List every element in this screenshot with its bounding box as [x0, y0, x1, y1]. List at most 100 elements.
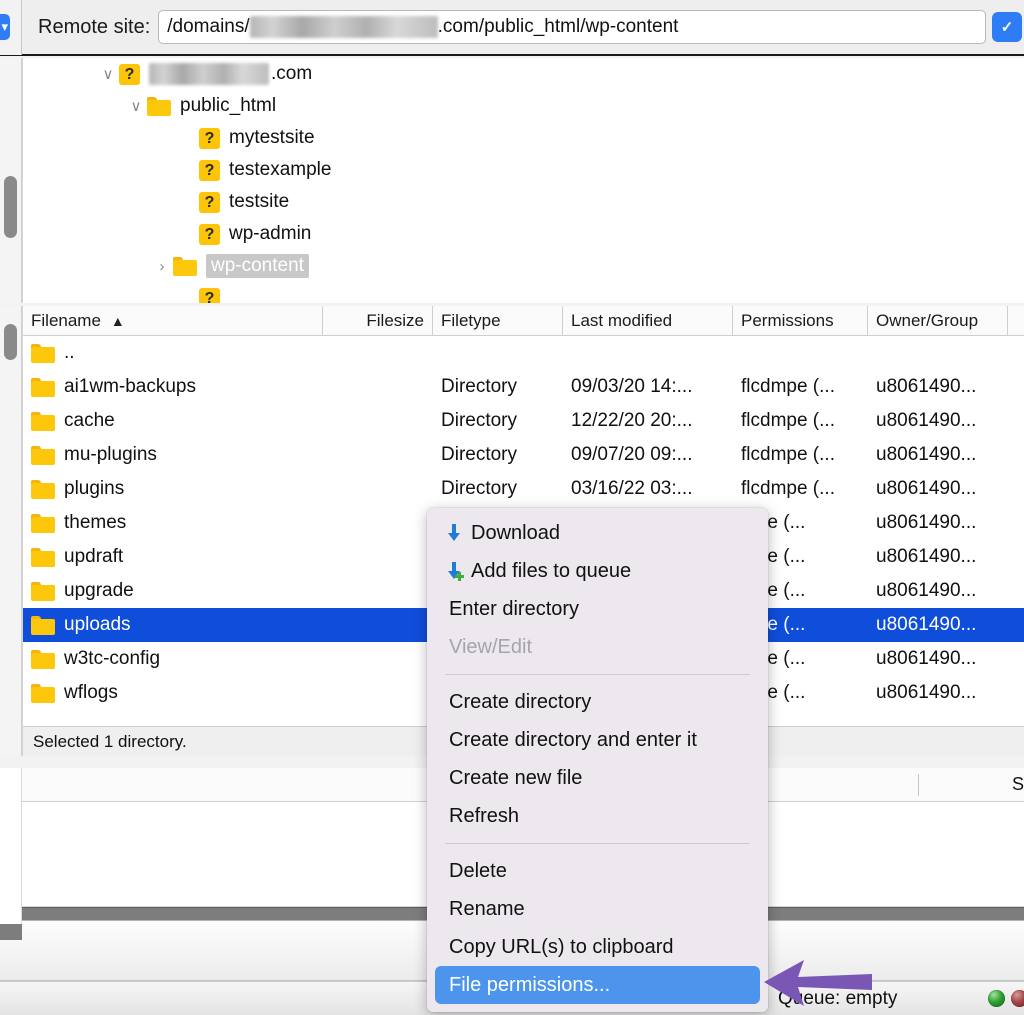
add-to-queue-icon: [437, 560, 471, 582]
cell-owner: u8061490...: [868, 648, 1008, 670]
menu-item-download[interactable]: Download: [427, 514, 768, 552]
folder-icon: [31, 650, 55, 669]
cell-owner: u8061490...: [868, 682, 1008, 704]
question-mark-icon: ?: [199, 224, 220, 245]
column-header-owner-group[interactable]: Owner/Group: [868, 306, 1008, 336]
chevron-right-icon[interactable]: ›: [151, 258, 173, 275]
queue-column-divider[interactable]: [918, 774, 919, 796]
question-mark-icon: ?: [199, 160, 220, 181]
file-list-header[interactable]: Filename▲ Filesize Filetype Last modified Pe…: [23, 306, 1024, 336]
cell-text: Directory: [441, 478, 517, 499]
remote-site-bar: ▾ Remote site: /domains/.com/public_html…: [0, 0, 1024, 56]
cell-text: flcdmpe (...: [741, 444, 835, 465]
redacted-domain: [250, 16, 438, 38]
cell-text: w3tc-config: [64, 648, 160, 670]
cell-owner: u8061490...: [868, 444, 1008, 466]
menu-item-refresh[interactable]: Refresh: [427, 797, 768, 835]
menu-separator: [445, 843, 750, 844]
cell-name: mu-plugins: [23, 444, 323, 466]
folder-icon: [31, 378, 55, 397]
cell-text: u8061490...: [876, 614, 976, 635]
cell-filetype: Directory: [433, 376, 563, 398]
menu-item-label: Create directory and enter it: [449, 729, 697, 752]
cell-text: flcdmpe (...: [741, 376, 835, 397]
cell-text: u8061490...: [876, 682, 976, 703]
menu-item-label: Delete: [449, 860, 507, 883]
cell-modified: 12/22/20 20:...: [563, 410, 733, 432]
folder-icon: [31, 616, 55, 635]
file-list-scrollbar[interactable]: [0, 306, 22, 756]
menu-item-add-files-to-queue[interactable]: Add files to queue: [427, 552, 768, 590]
table-row[interactable]: ai1wm-backupsDirectory09/03/20 14:...flc…: [23, 370, 1024, 404]
cell-owner: u8061490...: [868, 580, 1008, 602]
tree-item[interactable]: ∨public_html: [23, 90, 1024, 122]
menu-item-rename[interactable]: Rename: [427, 890, 768, 928]
cell-permissions: flcdmpe (...: [733, 444, 868, 466]
cell-text: u8061490...: [876, 478, 976, 499]
folder-icon: [31, 684, 55, 703]
cell-permissions: flcdmpe (...: [733, 478, 868, 500]
column-header-label: Last modified: [571, 311, 672, 331]
tree-item[interactable]: ?mytestsite: [23, 122, 1024, 154]
tree-item[interactable]: ∨?.com: [23, 58, 1024, 90]
table-row[interactable]: mu-pluginsDirectory09/07/20 09:...flcdmp…: [23, 438, 1024, 472]
tree-item-label: .com: [271, 63, 312, 85]
menu-item-create-new-file[interactable]: Create new file: [427, 759, 768, 797]
menu-item-copy-url-s-to-clipboard[interactable]: Copy URL(s) to clipboard: [427, 928, 768, 966]
menu-item-create-directory[interactable]: Create directory: [427, 683, 768, 721]
table-row[interactable]: ..: [23, 336, 1024, 370]
tree-item-label: testexample: [229, 159, 331, 181]
cell-name: plugins: [23, 478, 323, 500]
remote-site-label: Remote site:: [38, 16, 150, 39]
folder-icon: [31, 480, 55, 499]
menu-item-label: Refresh: [449, 805, 519, 828]
menu-item-create-directory-and-enter-it[interactable]: Create directory and enter it: [427, 721, 768, 759]
file-list-scrollbar-thumb[interactable]: [4, 324, 17, 360]
tree-item[interactable]: ?testsite: [23, 186, 1024, 218]
tree-item[interactable]: ?wp-admin: [23, 218, 1024, 250]
cell-text: mu-plugins: [64, 444, 157, 466]
table-row[interactable]: pluginsDirectory03/16/22 03:...flcdmpe (…: [23, 472, 1024, 506]
folder-icon: [31, 548, 55, 567]
tree-scrollbar-thumb[interactable]: [4, 176, 17, 238]
tree-item[interactable]: ?: [23, 282, 1024, 303]
tree-scrollbar[interactable]: [0, 58, 22, 303]
column-header-label: Filesize: [366, 311, 424, 331]
menu-item-label: Enter directory: [449, 598, 579, 621]
menu-item-view-edit: View/Edit: [427, 628, 768, 666]
chevron-down-icon[interactable]: ∨: [125, 97, 147, 115]
cell-permissions: flcdmpe (...: [733, 410, 868, 432]
cell-owner: u8061490...: [868, 614, 1008, 636]
cell-text: flcdmpe (...: [741, 410, 835, 431]
table-row[interactable]: cacheDirectory12/22/20 20:...flcdmpe (..…: [23, 404, 1024, 438]
column-header-label: Filename: [31, 311, 101, 331]
remote-path-input[interactable]: /domains/.com/public_html/wp-content: [158, 10, 986, 44]
chevron-down-icon[interactable]: ✓: [992, 12, 1022, 42]
filezilla-window: ▾ Remote site: /domains/.com/public_html…: [0, 0, 1024, 1015]
menu-item-delete[interactable]: Delete: [427, 852, 768, 890]
connection-status-led-red: [1011, 990, 1024, 1007]
cell-filetype: Directory: [433, 410, 563, 432]
chevron-down-icon[interactable]: ▾: [0, 14, 10, 40]
tree-item[interactable]: ›wp-content: [23, 250, 1024, 282]
cell-text: u8061490...: [876, 648, 976, 669]
column-header-filetype[interactable]: Filetype: [433, 306, 563, 336]
chevron-down-icon[interactable]: ∨: [97, 65, 119, 83]
cell-name: themes: [23, 512, 323, 534]
menu-item-file-permissions[interactable]: File permissions...: [435, 966, 760, 1004]
tree-item[interactable]: ? testexample: [23, 154, 1024, 186]
file-context-menu[interactable]: DownloadAdd files to queue Enter director…: [427, 508, 768, 1012]
cell-filetype: Directory: [433, 444, 563, 466]
cell-text: u8061490...: [876, 444, 976, 465]
column-header-filesize[interactable]: Filesize: [323, 306, 433, 336]
menu-item-enter-directory[interactable]: Enter directory: [427, 590, 768, 628]
left-edge-splitter: [0, 924, 22, 940]
column-header-permissions[interactable]: Permissions: [733, 306, 868, 336]
cell-text: plugins: [64, 478, 124, 500]
cell-name: w3tc-config: [23, 648, 323, 670]
column-header-label: Permissions: [741, 311, 834, 331]
cell-permissions: flcdmpe (...: [733, 376, 868, 398]
directory-tree[interactable]: ∨?.com∨public_html?mytestsite?testexampl…: [22, 58, 1024, 303]
column-header-filename[interactable]: Filename▲: [23, 306, 323, 336]
column-header-last-modified[interactable]: Last modified: [563, 306, 733, 336]
